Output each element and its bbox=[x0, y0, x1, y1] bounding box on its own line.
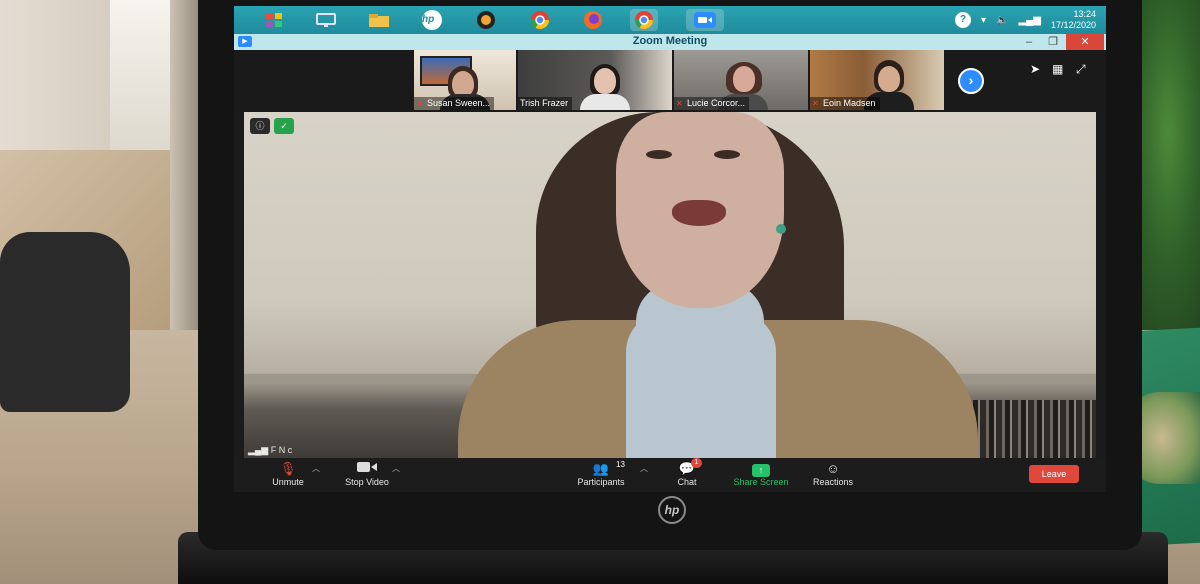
participant-tile[interactable]: ✕ Eoin Madsen bbox=[810, 50, 944, 110]
participant-tile[interactable]: Trish Frazer bbox=[518, 50, 672, 110]
grid-view-icon[interactable]: ▦ bbox=[1052, 62, 1063, 76]
file-explorer-icon[interactable] bbox=[365, 9, 393, 31]
zoom-titlebar: ▶ Zoom Meeting – ❐ ✕ bbox=[234, 34, 1106, 50]
speaker-mouth bbox=[672, 200, 726, 226]
signal-bars-icon: ▂▄▆ bbox=[248, 445, 269, 455]
participants-count: 13 bbox=[616, 460, 625, 469]
laptop-screen: hp ? ▾ 🔈 ▂▄▆ 13:24 17/12/2020 ▶ Zoom Mee… bbox=[234, 6, 1106, 492]
media-icon[interactable] bbox=[472, 9, 500, 31]
hp-support-icon[interactable]: hp bbox=[418, 9, 446, 31]
participants-button[interactable]: 👥 Participants bbox=[556, 460, 646, 490]
background-bookshelf bbox=[964, 400, 1096, 458]
hp-logo: hp bbox=[658, 496, 686, 524]
speaker-signal: ▂▄▆ F N c bbox=[248, 445, 292, 456]
leave-button[interactable]: Leave bbox=[1029, 465, 1079, 483]
participants-icon: 👥 bbox=[592, 461, 610, 476]
participant-body bbox=[580, 94, 630, 110]
stop-video-label: Stop Video bbox=[345, 477, 389, 487]
speaker-earring bbox=[776, 224, 786, 234]
participant-name: Eoin Madsen bbox=[823, 98, 876, 108]
help-icon[interactable]: ? bbox=[955, 12, 971, 28]
active-speaker-video: ⓘ ✓ ▂▄▆ F N c bbox=[244, 112, 1096, 458]
reactions-button[interactable]: ☺ Reactions bbox=[788, 460, 878, 490]
cursor-icon: ➤ bbox=[1030, 62, 1041, 76]
participant-name: Trish Frazer bbox=[520, 98, 569, 108]
encryption-shield-icon[interactable]: ✓ bbox=[274, 118, 294, 134]
video-options-caret-icon[interactable]: ︿ bbox=[392, 463, 400, 474]
participant-name: Susan Sween... bbox=[427, 98, 491, 108]
muted-mic-icon: ✕ bbox=[812, 99, 819, 108]
display-icon[interactable] bbox=[312, 9, 340, 31]
window-title: Zoom Meeting bbox=[632, 35, 708, 47]
chat-unread-badge: 1 bbox=[691, 458, 702, 468]
participant-name-tag: Trish Frazer bbox=[518, 97, 573, 110]
smiley-plus-icon: ☺ bbox=[826, 461, 840, 476]
chevron-down-icon[interactable]: ▾ bbox=[981, 15, 986, 26]
clock[interactable]: 13:24 17/12/2020 bbox=[1051, 9, 1096, 31]
muted-mic-icon: ✕ bbox=[676, 99, 683, 108]
office-chair bbox=[0, 232, 130, 412]
clock-time: 13:24 bbox=[1073, 9, 1096, 19]
speaker-neck bbox=[636, 282, 764, 458]
volume-icon[interactable]: 🔈 bbox=[996, 15, 1008, 26]
audio-options-caret-icon[interactable]: ︿ bbox=[312, 463, 320, 474]
meeting-control-bar: 🎙 Unmute ︿ Stop Video ︿ 👥 Participants 1… bbox=[234, 458, 1106, 492]
windows-taskbar: hp ? ▾ 🔈 ▂▄▆ 13:24 17/12/2020 bbox=[234, 6, 1106, 34]
room-window bbox=[110, 0, 170, 160]
hp-support-label: hp bbox=[422, 10, 442, 30]
meeting-info-icon[interactable]: ⓘ bbox=[250, 118, 270, 134]
speaker-right-eye bbox=[714, 150, 740, 159]
firefox-icon[interactable] bbox=[579, 9, 607, 31]
participant-strip: ✕ Susan Sween... Trish Frazer ✕ Lucie Co… bbox=[234, 50, 1106, 112]
reactions-label: Reactions bbox=[812, 477, 854, 487]
wifi-icon[interactable]: ▂▄▆ bbox=[1018, 15, 1040, 26]
next-page-arrow-icon[interactable]: › bbox=[958, 68, 984, 94]
participant-tile[interactable]: ✕ Susan Sween... bbox=[414, 50, 516, 110]
participant-name-tag: ✕ Susan Sween... bbox=[414, 97, 495, 110]
fullscreen-icon[interactable]: ⤢ bbox=[1076, 62, 1086, 77]
speaker-left-eye bbox=[646, 150, 672, 159]
zoom-icon[interactable] bbox=[686, 9, 724, 31]
participants-label: Participants bbox=[577, 477, 625, 487]
unmute-label: Unmute bbox=[272, 477, 304, 487]
system-tray: ? ▾ 🔈 ▂▄▆ 13:24 17/12/2020 bbox=[955, 8, 1096, 32]
maximize-button[interactable]: ❐ bbox=[1040, 34, 1066, 50]
participant-name-tag: ✕ Lucie Corcor... bbox=[674, 97, 750, 110]
speaker-name-short: F N c bbox=[270, 445, 293, 455]
participant-face bbox=[594, 68, 616, 94]
participant-face bbox=[878, 66, 900, 92]
participant-tile[interactable]: ✕ Lucie Corcor... bbox=[674, 50, 808, 110]
participant-name-tag: ✕ Eoin Madsen bbox=[810, 97, 880, 110]
chrome-alt-icon[interactable] bbox=[630, 9, 658, 31]
close-button[interactable]: ✕ bbox=[1066, 34, 1104, 50]
app-grid-icon[interactable] bbox=[260, 9, 288, 31]
muted-mic-icon: ✕ bbox=[416, 99, 423, 108]
participant-name: Lucie Corcor... bbox=[687, 98, 746, 108]
clock-date: 17/12/2020 bbox=[1050, 20, 1096, 30]
minimize-button[interactable]: – bbox=[1016, 34, 1042, 50]
share-screen-arrow-icon: ↑ bbox=[752, 464, 770, 477]
participant-face bbox=[733, 66, 755, 92]
chrome-icon[interactable] bbox=[526, 9, 554, 31]
